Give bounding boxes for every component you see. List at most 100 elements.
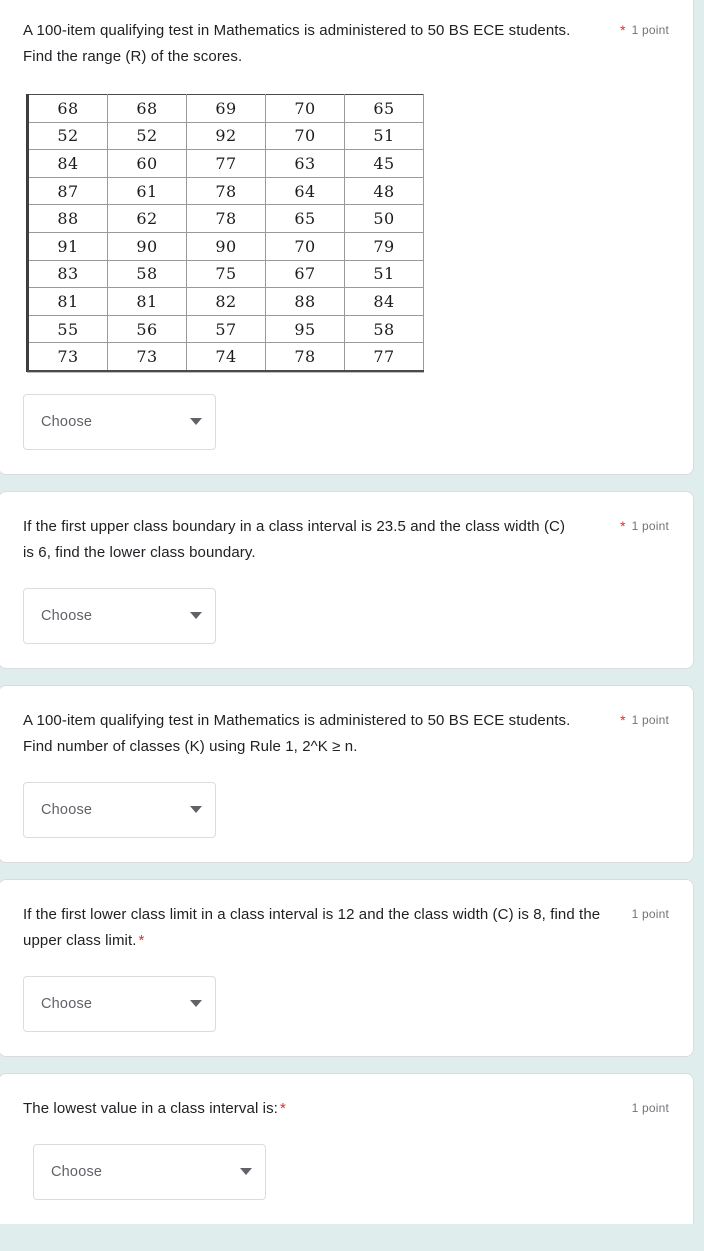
table-cell: 74 bbox=[186, 342, 266, 372]
chevron-down-icon[interactable] bbox=[240, 1168, 252, 1176]
table-cell: 51 bbox=[344, 259, 424, 289]
table-row: 87 61 78 64 48 bbox=[27, 176, 424, 206]
card-divider bbox=[0, 863, 704, 879]
points-label: 1 point bbox=[631, 712, 669, 727]
card-divider bbox=[0, 669, 704, 685]
table-cell: 91 bbox=[27, 231, 108, 261]
points-label: 1 point bbox=[631, 23, 669, 37]
table-row: 91 90 90 70 79 bbox=[27, 231, 424, 261]
question-title: If the first upper class boundary in a c… bbox=[23, 517, 566, 561]
chevron-down-icon[interactable] bbox=[190, 806, 202, 814]
question-card: If the first lower class limit in a clas… bbox=[0, 878, 694, 1057]
table-cell: 90 bbox=[186, 231, 266, 261]
table-cell: 58 bbox=[344, 314, 424, 344]
table-cell: 58 bbox=[107, 259, 187, 289]
question-card: The lowest value in a class interval is:… bbox=[0, 1072, 694, 1224]
table-cell: 52 bbox=[107, 121, 187, 151]
table-cell: 77 bbox=[344, 342, 424, 372]
table-cell: 61 bbox=[107, 176, 187, 206]
table-cell: 88 bbox=[27, 204, 108, 233]
table-cell: 83 bbox=[27, 259, 108, 289]
question-text: If the first lower class limit in a clas… bbox=[23, 905, 601, 949]
table-cell: 73 bbox=[107, 342, 187, 372]
table-cell: 84 bbox=[344, 287, 424, 316]
question-header: If the first lower class limit in a clas… bbox=[23, 902, 669, 954]
required-asterisk-icon: * bbox=[620, 22, 626, 38]
table-cell: 68 bbox=[27, 94, 108, 123]
chevron-down-icon[interactable] bbox=[190, 612, 202, 620]
points-label: 1 point bbox=[631, 906, 669, 921]
table-cell: 88 bbox=[265, 287, 345, 316]
scores-table: 68 68 69 70 65 52 52 92 70 51 84 60 77 6… bbox=[27, 94, 424, 372]
table-cell: 48 bbox=[344, 176, 424, 206]
table-cell: 55 bbox=[27, 314, 108, 344]
table-cell: 90 bbox=[107, 231, 187, 261]
question-header: The lowest value in a class interval is:… bbox=[23, 1096, 669, 1122]
table-cell: 78 bbox=[186, 176, 266, 206]
table-cell: 60 bbox=[107, 149, 187, 178]
question-title: A 100-item qualifying test in Mathematic… bbox=[23, 711, 571, 755]
required-asterisk-icon: * bbox=[620, 711, 626, 728]
table-cell: 70 bbox=[265, 94, 345, 123]
table-cell: 62 bbox=[107, 204, 187, 233]
table-row: 84 60 77 63 45 bbox=[27, 149, 424, 178]
table-cell: 69 bbox=[186, 94, 266, 123]
card-divider bbox=[0, 1057, 704, 1073]
question-card: A 100-item qualifying test in Mathematic… bbox=[0, 684, 694, 863]
chevron-down-icon[interactable] bbox=[190, 1000, 202, 1008]
table-cell: 75 bbox=[186, 259, 266, 289]
table-cell: 87 bbox=[27, 176, 108, 206]
answer-dropdown[interactable]: Choose bbox=[23, 393, 216, 450]
table-row: 68 68 69 70 65 bbox=[27, 94, 424, 123]
table-row: 88 62 78 65 50 bbox=[27, 204, 424, 233]
points-indicator: * 1 point bbox=[620, 514, 669, 534]
table-row: 73 73 74 78 77 bbox=[27, 342, 424, 372]
required-asterisk-icon: * bbox=[620, 517, 626, 534]
table-row: 52 52 92 70 51 bbox=[27, 121, 424, 151]
points-indicator: 1 point bbox=[632, 902, 669, 922]
dropdown-placeholder: Choose bbox=[41, 995, 93, 1012]
points-label: 1 point bbox=[631, 1100, 669, 1115]
answer-dropdown[interactable]: Choose bbox=[23, 781, 216, 838]
table-cell: 78 bbox=[265, 342, 345, 372]
question-title: The lowest value in a class interval is:… bbox=[23, 1096, 286, 1122]
table-cell: 70 bbox=[265, 121, 345, 151]
answer-dropdown[interactable]: Choose bbox=[33, 1143, 266, 1200]
table-cell: 52 bbox=[27, 121, 108, 151]
table-cell: 65 bbox=[265, 204, 345, 233]
table-row: 55 56 57 95 58 bbox=[27, 314, 424, 344]
required-asterisk-icon: * bbox=[138, 931, 145, 949]
table-cell: 84 bbox=[27, 149, 108, 178]
table-cell: 67 bbox=[265, 259, 345, 289]
table-cell: 57 bbox=[186, 314, 266, 344]
dropdown-placeholder: Choose bbox=[41, 607, 93, 624]
table-cell: 73 bbox=[27, 342, 108, 372]
points-indicator: * 1 point bbox=[620, 18, 669, 38]
table-cell: 92 bbox=[186, 121, 266, 151]
table-row: 83 58 75 67 51 bbox=[27, 259, 424, 289]
points-indicator: 1 point bbox=[632, 1096, 669, 1116]
table-cell: 78 bbox=[186, 204, 266, 233]
question-header: A 100-item qualifying test in Mathematic… bbox=[23, 708, 669, 760]
table-cell: 68 bbox=[107, 94, 187, 123]
table-cell: 81 bbox=[27, 287, 108, 316]
points-indicator: * 1 point bbox=[620, 708, 669, 728]
required-asterisk-icon: * bbox=[279, 1099, 286, 1117]
question-header: A 100-item qualifying test in Mathematic… bbox=[23, 18, 669, 70]
dropdown-placeholder: Choose bbox=[41, 801, 93, 818]
table-cell: 79 bbox=[344, 231, 424, 261]
table-cell: 64 bbox=[265, 176, 345, 206]
question-title: If the first lower class limit in a clas… bbox=[23, 902, 622, 954]
table-cell: 56 bbox=[107, 314, 187, 344]
table-cell: 81 bbox=[107, 287, 187, 316]
question-text: The lowest value in a class interval is: bbox=[23, 1099, 278, 1117]
answer-dropdown[interactable]: Choose bbox=[23, 975, 216, 1032]
points-label: 1 point bbox=[631, 518, 669, 533]
table-cell: 45 bbox=[344, 149, 424, 178]
table-cell: 65 bbox=[344, 94, 424, 123]
chevron-down-icon[interactable] bbox=[190, 418, 202, 426]
question-title: A 100-item qualifying test in Mathematic… bbox=[23, 22, 571, 65]
google-form-page: A 100-item qualifying test in Mathematic… bbox=[0, 0, 704, 1251]
answer-dropdown[interactable]: Choose bbox=[23, 587, 216, 644]
table-cell: 63 bbox=[265, 149, 345, 178]
